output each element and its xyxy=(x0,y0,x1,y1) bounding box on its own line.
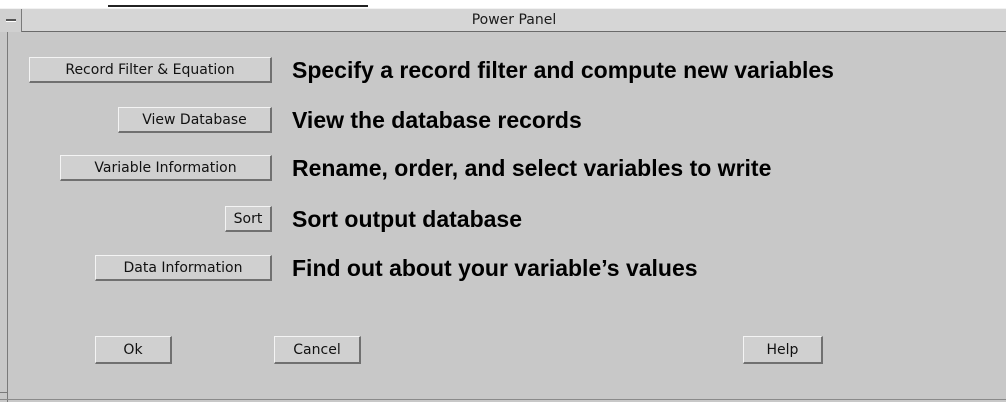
window-menu-button[interactable] xyxy=(0,9,22,32)
help-button[interactable]: Help xyxy=(743,336,823,364)
data-information-button[interactable]: Data Information xyxy=(95,255,272,281)
ok-button[interactable]: Ok xyxy=(95,336,172,364)
variable-information-description: Rename, order, and select variables to w… xyxy=(292,155,772,181)
cancel-button[interactable]: Cancel xyxy=(274,336,361,364)
title-bar[interactable]: Power Panel xyxy=(0,8,1006,32)
view-database-description: View the database records xyxy=(292,107,582,133)
window-title: Power Panel xyxy=(471,12,557,28)
option-row-record-filter: Record Filter & Equation Specify a recor… xyxy=(0,57,1006,87)
power-panel-window: Power Panel Record Filter & Equation Spe… xyxy=(0,0,1006,402)
record-filter-equation-button[interactable]: Record Filter & Equation xyxy=(29,57,272,83)
sort-description: Sort output database xyxy=(292,206,523,232)
underlying-window-fragment xyxy=(108,0,368,7)
variable-information-button[interactable]: Variable Information xyxy=(60,155,272,181)
window-bottom-edge xyxy=(0,399,1006,400)
window-menu-icon xyxy=(6,19,16,22)
record-filter-description: Specify a record filter and compute new … xyxy=(292,57,834,83)
option-row-data-information: Data Information Find out about your var… xyxy=(0,255,1006,285)
option-row-sort: Sort Sort output database xyxy=(0,206,1006,236)
data-information-description: Find out about your variable’s values xyxy=(292,255,698,281)
view-database-button[interactable]: View Database xyxy=(118,107,272,133)
border-corner-mark xyxy=(0,392,8,393)
sort-button[interactable]: Sort xyxy=(225,206,272,232)
option-row-view-database: View Database View the database records xyxy=(0,107,1006,137)
option-row-variable-information: Variable Information Rename, order, and … xyxy=(0,155,1006,185)
